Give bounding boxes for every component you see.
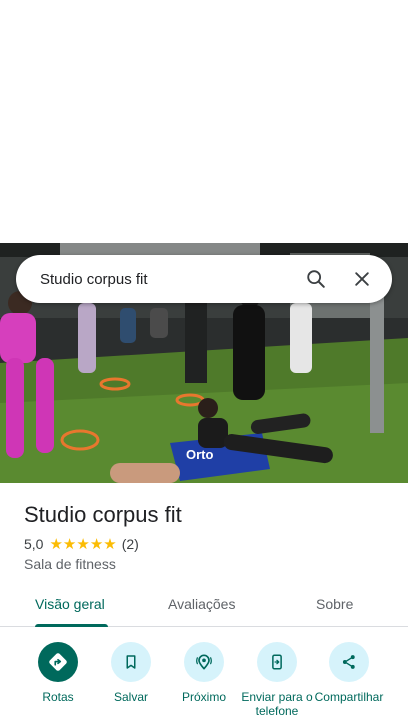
rating-row[interactable]: 5,0 ★ ★ ★ ★ ★ (2) bbox=[24, 536, 139, 552]
search-icon bbox=[307, 270, 325, 288]
rating-value: 5,0 bbox=[24, 536, 44, 552]
directions-icon bbox=[49, 653, 67, 671]
star-icon: ★ bbox=[76, 535, 90, 553]
tab-overview[interactable]: Visão geral bbox=[35, 596, 105, 612]
nearby-button-circle bbox=[184, 642, 224, 682]
tab-about[interactable]: Sobre bbox=[316, 596, 353, 612]
star-icon: ★ bbox=[49, 535, 63, 553]
star-icon: ★ bbox=[62, 535, 77, 553]
search-query-text[interactable]: Studio corpus fit bbox=[40, 271, 288, 288]
save-button-circle bbox=[111, 642, 151, 682]
place-title: Studio corpus fit bbox=[24, 502, 182, 527]
share-button[interactable]: Compartilhar bbox=[311, 642, 387, 704]
nearby-icon bbox=[196, 654, 212, 670]
share-button-circle bbox=[329, 642, 369, 682]
close-icon bbox=[355, 272, 369, 286]
send-to-phone-icon bbox=[272, 654, 282, 670]
star-icon: ★ bbox=[103, 535, 117, 553]
directions-button-circle bbox=[38, 642, 78, 682]
star-icon: ★ bbox=[89, 535, 104, 553]
active-tab-indicator bbox=[35, 624, 108, 627]
search-button[interactable] bbox=[298, 261, 334, 297]
clear-search-button[interactable] bbox=[344, 261, 380, 297]
share-label: Compartilhar bbox=[314, 690, 384, 704]
tab-reviews[interactable]: Avaliações bbox=[168, 596, 235, 612]
review-count: (2) bbox=[121, 536, 139, 552]
nearby-label: Próximo bbox=[181, 690, 226, 704]
directions-button[interactable]: Rotas bbox=[20, 642, 96, 704]
bookmark-icon bbox=[126, 655, 136, 669]
rating-stars: ★ ★ ★ ★ ★ bbox=[49, 537, 116, 552]
share-icon bbox=[342, 655, 355, 669]
search-bar[interactable]: Studio corpus fit bbox=[16, 255, 392, 303]
nearby-button[interactable]: Próximo bbox=[166, 642, 242, 704]
place-category: Sala de fitness bbox=[24, 556, 116, 572]
directions-label: Rotas bbox=[42, 690, 74, 704]
top-blank-area bbox=[0, 0, 408, 243]
send-to-phone-button[interactable]: Enviar para o telefone bbox=[239, 642, 315, 718]
send-to-phone-label: Enviar para o telefone bbox=[241, 690, 313, 718]
save-label: Salvar bbox=[113, 690, 148, 704]
send-to-phone-button-circle bbox=[257, 642, 297, 682]
save-button[interactable]: Salvar bbox=[93, 642, 169, 704]
mat-brand-text: Orto bbox=[186, 447, 214, 462]
place-tabs: Visão geral Avaliações Sobre bbox=[0, 585, 408, 627]
